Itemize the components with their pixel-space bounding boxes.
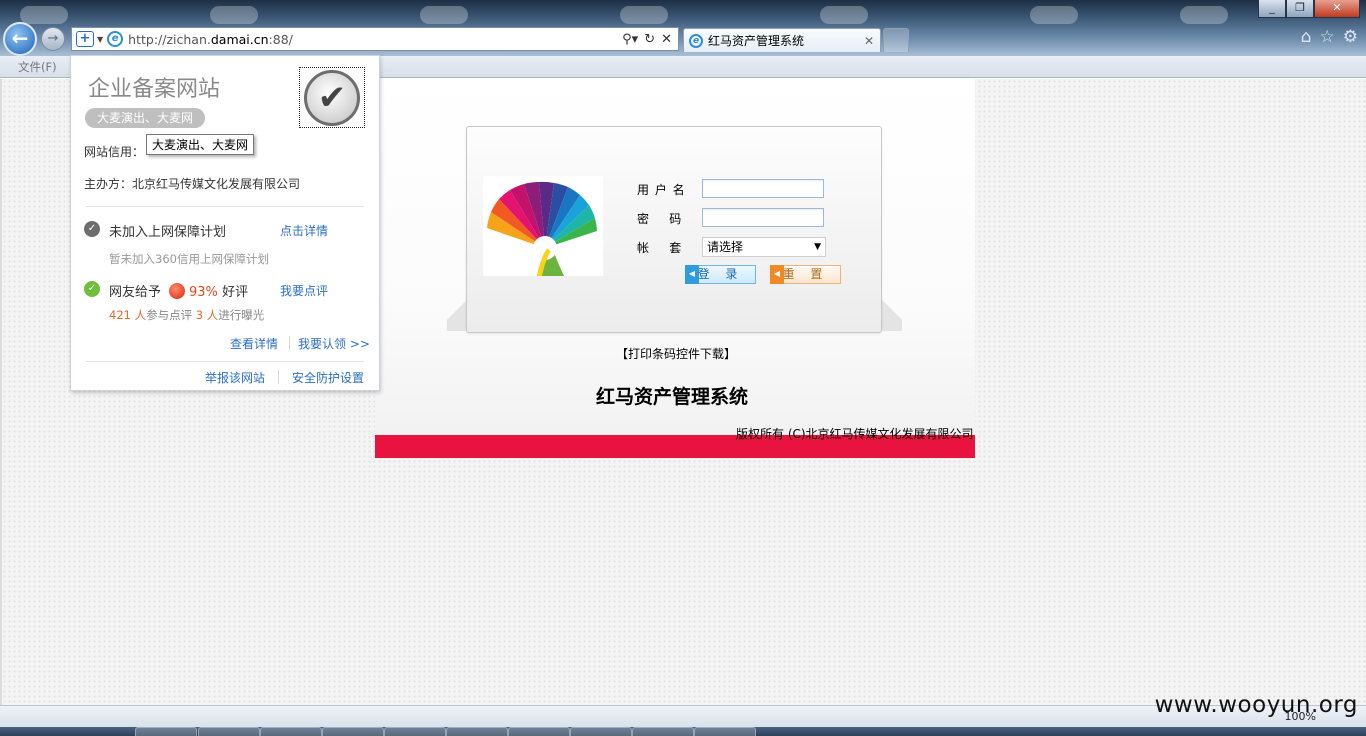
url-text[interactable]: http://zichan.damai.cn:88/ bbox=[128, 32, 622, 47]
company-logo bbox=[483, 176, 603, 279]
rating-text: 网友给予 93% 好评 bbox=[109, 283, 249, 300]
taskbar-thumb bbox=[420, 6, 468, 24]
tomato-icon bbox=[169, 283, 186, 299]
address-tools: ⚲▾ ↻ ✕ bbox=[622, 32, 672, 47]
claim-link[interactable]: 我要认领 >> bbox=[298, 335, 370, 352]
refresh-icon[interactable]: ↻ bbox=[644, 32, 655, 47]
site-name-badge: 大麦演出、大麦网 bbox=[85, 108, 206, 128]
tab-active[interactable]: e 红马资产管理系统 ✕ bbox=[683, 28, 881, 52]
divider bbox=[86, 206, 364, 207]
taskbar-item[interactable] bbox=[446, 727, 508, 736]
forward-button[interactable]: → bbox=[41, 27, 65, 51]
tab-title: 红马资产管理系统 bbox=[708, 34, 805, 48]
browser-toolbar-right: ⌂ ☆ ⚙ bbox=[1301, 27, 1358, 47]
plan-details-link[interactable]: 点击详情 bbox=[280, 222, 328, 239]
barcode-control-download-link[interactable]: 【打印条码控件下载】 bbox=[616, 345, 736, 362]
review-stats: 421 人参与点评 3 人进行曝光 bbox=[109, 308, 265, 322]
taskbar-item[interactable] bbox=[632, 727, 694, 736]
check-circle-icon: ✓ bbox=[84, 281, 100, 297]
taskbar-item[interactable] bbox=[570, 727, 632, 736]
account-label: 帐 套 bbox=[637, 241, 683, 255]
site-security-icon[interactable]: + bbox=[76, 31, 94, 47]
taskbar-thumb bbox=[1030, 6, 1078, 24]
taskbar-item[interactable] bbox=[135, 727, 197, 736]
restore-button[interactable]: ❐ bbox=[1286, 0, 1314, 18]
checkmark-icon: ✔ bbox=[304, 69, 360, 126]
account-select[interactable]: 请选择 ▼ bbox=[702, 237, 826, 257]
address-bar[interactable]: + ▼ e http://zichan.damai.cn:88/ ⚲▾ ↻ ✕ bbox=[71, 27, 679, 51]
account-select-value: 请选择 bbox=[707, 240, 744, 254]
site-security-flyout: 企业备案网站 大麦演出、大麦网 ✔ 网站信用： 大麦演出、大麦网 主办方：北京红… bbox=[70, 55, 380, 391]
taskbar-item[interactable] bbox=[384, 727, 446, 736]
flyout-title: 企业备案网站 bbox=[88, 77, 221, 102]
taskbar-thumb bbox=[20, 6, 68, 24]
username-label: 用 户 名 bbox=[637, 183, 686, 197]
protection-settings-link[interactable]: 安全防护设置 bbox=[292, 369, 364, 386]
divider bbox=[289, 336, 290, 350]
taskbar-item[interactable] bbox=[694, 727, 756, 736]
stop-icon[interactable]: ✕ bbox=[661, 32, 672, 47]
password-label: 密 码 bbox=[637, 212, 683, 226]
search-icon[interactable]: ⚲▾ bbox=[622, 32, 638, 47]
chevron-down-icon[interactable]: ▼ bbox=[97, 35, 103, 44]
watermark-text: www.wooyun.org bbox=[1154, 692, 1358, 718]
taskbar-item[interactable] bbox=[508, 727, 570, 736]
copyright-text: 版权所有 (C)北京红马传媒文化发展有限公司 bbox=[736, 427, 974, 441]
back-button[interactable]: ← bbox=[3, 22, 37, 56]
reset-button[interactable]: ◀ 重 置 bbox=[770, 265, 841, 284]
login-button[interactable]: ◀ 登 录 bbox=[685, 265, 756, 284]
favorites-star-icon[interactable]: ☆ bbox=[1320, 27, 1335, 47]
window-controls: _ ❐ ✕ bbox=[1258, 0, 1360, 18]
menu-file[interactable]: 文件(F) bbox=[18, 59, 57, 75]
minimize-button[interactable]: _ bbox=[1258, 0, 1286, 18]
verified-check-badge: ✔ bbox=[299, 67, 365, 128]
speaker-icon: ◀ bbox=[685, 265, 699, 284]
ie-page-icon: e bbox=[107, 31, 124, 47]
username-input[interactable] bbox=[702, 179, 824, 198]
login-box-shadow-right bbox=[880, 287, 902, 331]
settings-gear-icon[interactable]: ⚙ bbox=[1343, 27, 1358, 47]
speaker-icon: ◀ bbox=[770, 265, 784, 284]
protection-plan-title: 未加入上网保障计划 bbox=[109, 225, 227, 240]
new-tab-button[interactable] bbox=[883, 28, 909, 52]
report-site-link[interactable]: 举报该网站 bbox=[205, 369, 265, 386]
system-title: 红马资产管理系统 bbox=[596, 386, 749, 408]
close-window-button[interactable]: ✕ bbox=[1314, 0, 1360, 18]
divider bbox=[278, 370, 279, 384]
taskbar-thumb bbox=[620, 6, 668, 24]
taskbar-thumb bbox=[1180, 6, 1228, 24]
password-input[interactable] bbox=[702, 208, 824, 227]
peacock-logo-icon bbox=[487, 181, 597, 279]
write-review-link[interactable]: 我要点评 bbox=[280, 282, 328, 299]
home-icon[interactable]: ⌂ bbox=[1301, 27, 1312, 47]
protection-plan-note: 暂未加入360信用上网保障计划 bbox=[109, 252, 269, 266]
check-circle-icon: ✓ bbox=[84, 221, 100, 237]
os-taskbar bbox=[0, 727, 1366, 736]
tooltip: 大麦演出、大麦网 bbox=[146, 134, 255, 155]
divider bbox=[86, 361, 364, 362]
sponsor-text: 主办方：北京红马传媒文化发展有限公司 bbox=[84, 177, 301, 191]
taskbar-item[interactable] bbox=[198, 727, 260, 736]
ie-tab-icon: e bbox=[689, 33, 703, 48]
taskbar-item[interactable] bbox=[260, 727, 322, 736]
taskbar-item[interactable] bbox=[322, 727, 384, 736]
site-credit-label: 网站信用： bbox=[84, 145, 145, 159]
chevron-down-icon: ▼ bbox=[814, 242, 821, 252]
tab-close-icon[interactable]: ✕ bbox=[864, 34, 874, 48]
taskbar-thumb bbox=[210, 6, 258, 24]
taskbar-thumb bbox=[820, 6, 868, 24]
view-details-link[interactable]: 查看详情 bbox=[230, 335, 278, 352]
